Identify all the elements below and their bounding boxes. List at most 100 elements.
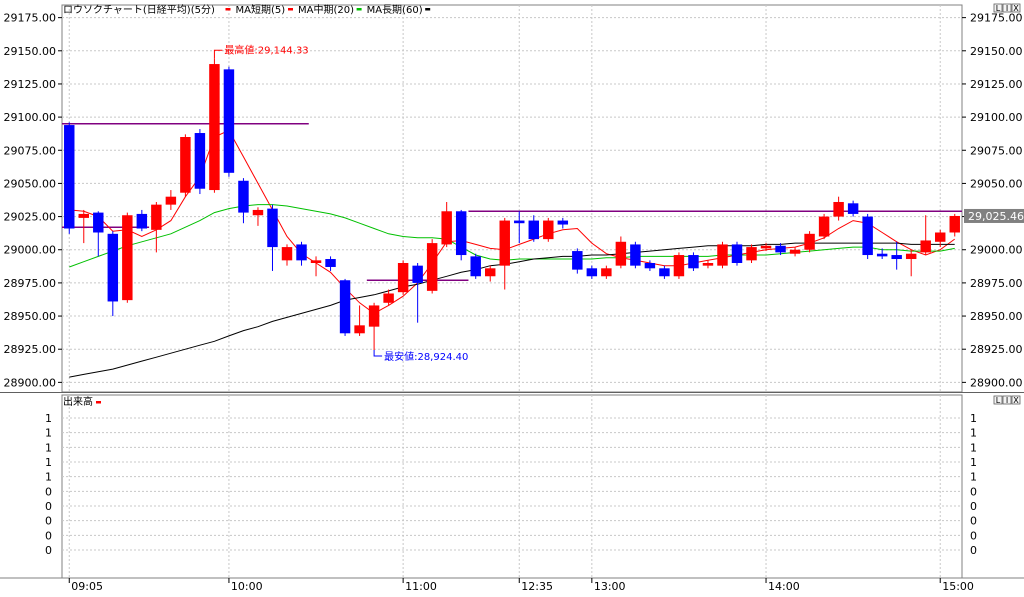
candle-body: [470, 256, 481, 277]
x-tick-label: 12:35: [521, 580, 553, 593]
candle-body: [717, 244, 728, 266]
candle-body: [789, 249, 801, 254]
panel-control-L[interactable]: L: [993, 3, 1003, 13]
candle-body: [252, 209, 264, 216]
candle-body: [572, 251, 583, 270]
y-tick-label-right: 28950.00: [970, 310, 1023, 323]
candle-body: [485, 268, 496, 277]
candle-body: [833, 201, 844, 217]
candle-body: [296, 244, 307, 261]
candle-body: [688, 255, 699, 269]
legend-swatch: [356, 8, 362, 11]
y-tick-label-right: 29000.00: [970, 244, 1023, 257]
candle-body: [78, 213, 89, 218]
vol-y-tick-left: 0: [45, 515, 52, 528]
y-tick-label-right: 28900.00: [970, 376, 1023, 389]
candle-body: [180, 137, 191, 193]
candle-body: [514, 220, 525, 224]
candle-body: [543, 220, 554, 240]
control-label: X: [1013, 4, 1019, 13]
candle-body: [862, 216, 873, 256]
candle-body: [920, 240, 931, 253]
high-label: 最高値:29,144.33: [224, 43, 308, 56]
candle-body: [775, 245, 786, 253]
candle-body: [702, 263, 714, 266]
candle-body: [905, 253, 917, 260]
vol-y-tick-right: 0: [970, 529, 977, 542]
control-label: L: [996, 4, 1001, 13]
y-tick-label-left: 29125.00: [4, 78, 57, 91]
candle-body: [209, 64, 220, 191]
panel-control-L[interactable]: L: [993, 395, 1003, 405]
legend-label: MA長期(60): [367, 4, 423, 16]
y-tick-label-right: 29150.00: [970, 45, 1023, 58]
candle-body: [165, 196, 177, 205]
candle-body: [818, 216, 830, 237]
candle-body: [876, 253, 888, 257]
candle-body: [601, 268, 612, 277]
candle-body: [949, 215, 960, 233]
legend-label: MA短期(5): [236, 3, 286, 16]
candle-body: [499, 220, 510, 266]
panel-control-X[interactable]: X: [1011, 395, 1021, 405]
control-label: I: [1006, 4, 1008, 13]
low-label: 最安値:28,924.40: [384, 350, 468, 363]
vol-y-tick-left: 1: [45, 471, 52, 484]
candle-body: [310, 260, 322, 263]
legend-swatch: [225, 8, 231, 11]
vol-y-tick-right: 1: [970, 471, 977, 484]
candle-body: [426, 243, 438, 291]
candle-body: [441, 211, 452, 245]
y-tick-label-right: 28975.00: [970, 277, 1023, 290]
candle-body: [325, 259, 336, 267]
x-tick-label: 15:00: [942, 580, 974, 593]
vol-y-tick-left: 0: [45, 500, 52, 513]
vol-y-tick-right: 1: [970, 441, 977, 454]
vol-y-tick-right: 1: [970, 412, 977, 425]
candle-body: [223, 69, 235, 173]
candle-body: [354, 325, 365, 334]
y-tick-label-left: 28925.00: [4, 343, 57, 356]
y-tick-label-left: 28950.00: [4, 310, 57, 323]
candle-body: [383, 293, 394, 303]
vol-y-tick-left: 1: [45, 412, 52, 425]
vol-y-tick-right: 0: [970, 515, 977, 528]
candle-body: [267, 208, 278, 248]
control-label: L: [996, 396, 1001, 405]
vol-y-tick-right: 1: [970, 427, 977, 440]
candle-body: [659, 268, 670, 277]
legend-label: ロウソクチャート(日経平均)(5分): [63, 3, 215, 16]
panel-control-I[interactable]: I: [1002, 395, 1012, 405]
background: [0, 0, 1024, 597]
candle-body: [891, 255, 902, 260]
vol-y-tick-left: 1: [45, 456, 52, 469]
candle-body: [64, 125, 75, 229]
vol-y-tick-left: 1: [45, 427, 52, 440]
candle-body: [136, 213, 148, 229]
vol-y-tick-left: 0: [45, 544, 52, 557]
last-price-label: 29,025.46: [968, 210, 1024, 223]
panel-control-I[interactable]: I: [1002, 3, 1012, 13]
candle-body: [339, 280, 351, 334]
legend-label: MA中期(20): [298, 3, 354, 16]
panel-control-X[interactable]: X: [1011, 3, 1021, 13]
candle-body: [557, 220, 569, 225]
legend: ロウソクチャート(日経平均)(5分) MA短期(5) MA中期(20) MA長期(60…: [63, 3, 431, 16]
candle-body: [93, 212, 104, 233]
candle-body: [615, 241, 627, 266]
candle-body: [746, 247, 757, 261]
y-tick-label-left: 29075.00: [4, 144, 57, 157]
candle-body: [281, 247, 293, 261]
y-tick-label-left: 28900.00: [4, 376, 57, 389]
candle-body: [455, 211, 467, 256]
y-tick-label-left: 29050.00: [4, 177, 57, 190]
candle-body: [238, 180, 249, 213]
x-tick-label: 14:00: [768, 580, 800, 593]
y-tick-label-right: 29075.00: [970, 144, 1023, 157]
candle-body: [122, 215, 133, 301]
y-tick-label-left: 29175.00: [4, 12, 57, 25]
candle-body: [368, 305, 380, 327]
control-label: I: [1006, 396, 1008, 405]
y-tick-label-left: 29150.00: [4, 45, 57, 58]
x-tick-label: 13:00: [594, 580, 626, 593]
